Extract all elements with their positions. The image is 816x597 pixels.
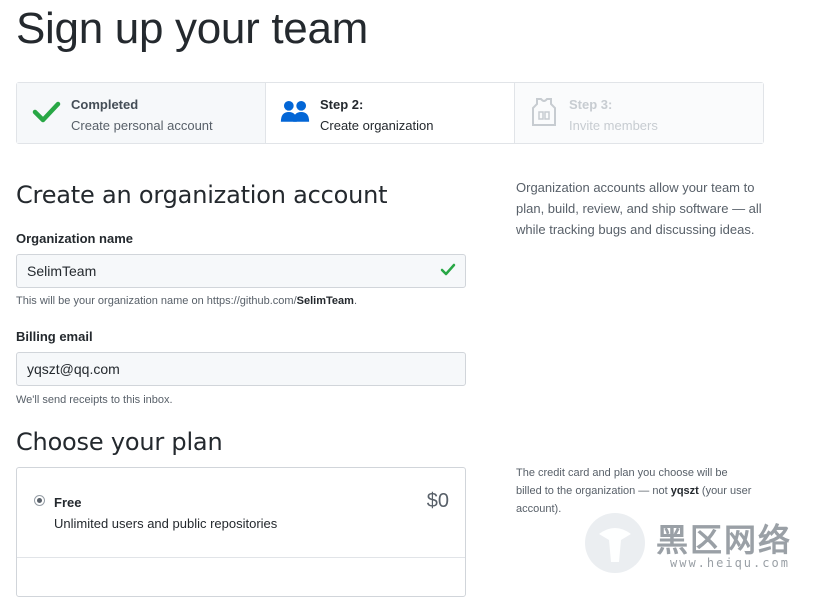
- plan-description: Unlimited users and public repositories: [54, 516, 278, 531]
- org-section-heading: Create an organization account: [16, 181, 388, 209]
- page-title: Sign up your team: [16, 4, 368, 53]
- org-info-text: Organization accounts allow your team to…: [516, 180, 762, 237]
- plan-name: Free: [54, 495, 82, 510]
- valid-check-icon: [440, 263, 456, 276]
- plan-radio[interactable]: [34, 495, 45, 506]
- step-current: Step 2: Create organization: [266, 83, 515, 143]
- people-icon: [280, 100, 310, 122]
- org-name-label: Organization name: [16, 231, 134, 246]
- billing-email-label: Billing email: [16, 329, 93, 344]
- billing-email-hint: We'll send receipts to this inbox.: [16, 394, 173, 406]
- step-title: Step 3:: [569, 97, 613, 112]
- step-description: Invite members: [569, 118, 658, 133]
- org-name-hint: This will be your organization name on h…: [16, 295, 357, 307]
- plan-divider: [17, 557, 465, 558]
- jersey-icon: [532, 98, 556, 126]
- plan-list: Free Unlimited users and public reposito…: [16, 467, 466, 597]
- check-icon: [32, 101, 61, 123]
- step-completed: Completed Create personal account: [17, 83, 266, 143]
- step-description: Create personal account: [71, 118, 213, 133]
- billing-email-input[interactable]: [16, 352, 466, 386]
- step-pending: Step 3: Invite members: [515, 83, 763, 143]
- step-description: Create organization: [320, 118, 434, 133]
- plan-price: $0: [426, 490, 449, 512]
- watermark-text: 黑区网络: [656, 521, 793, 559]
- step-title: Completed: [71, 97, 139, 112]
- step-title: Step 2:: [320, 97, 364, 112]
- watermark-url: www.heiqu.com: [670, 556, 790, 570]
- signup-steps: Completed Create personal account Step 2…: [16, 82, 764, 144]
- plan-section-heading: Choose your plan: [16, 428, 223, 456]
- org-name-input[interactable]: [16, 254, 466, 288]
